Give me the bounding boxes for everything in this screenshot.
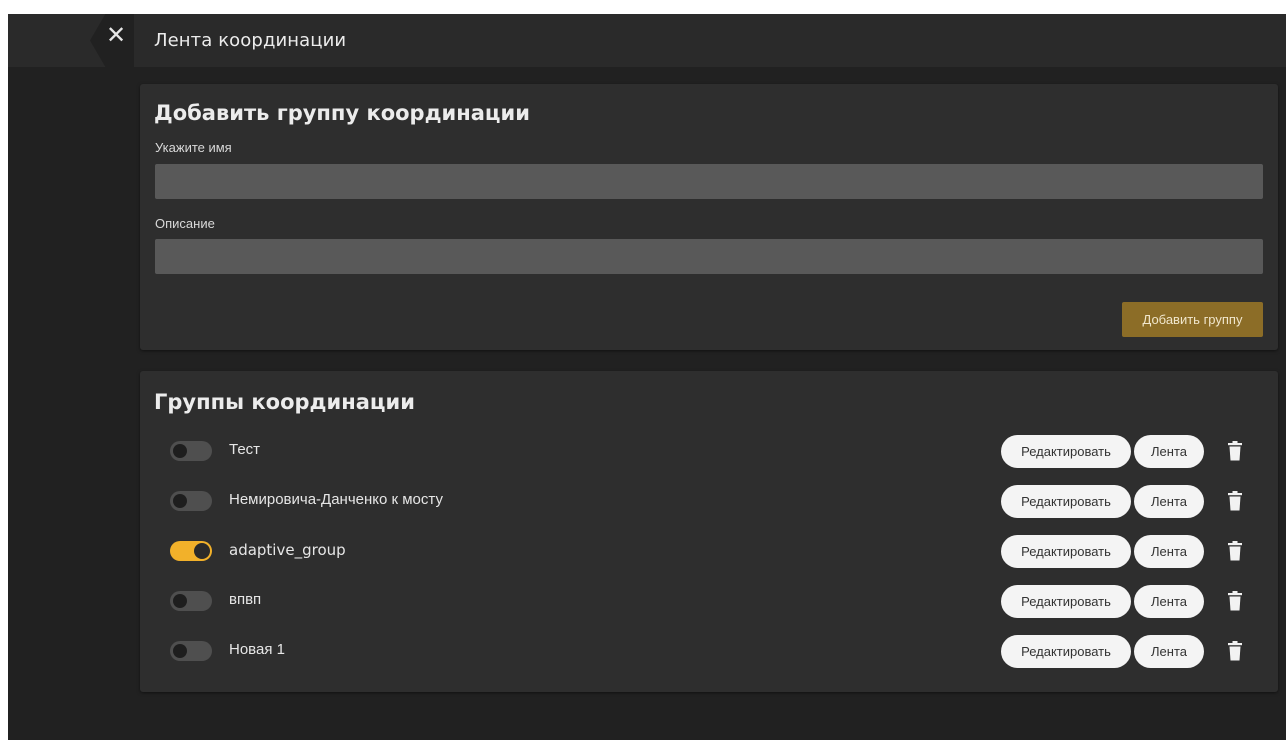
- feed-button[interactable]: Лента: [1134, 585, 1204, 618]
- group-name: Немировича-Данченко к мосту: [229, 491, 443, 508]
- group-enabled-toggle[interactable]: [170, 591, 212, 611]
- edit-button[interactable]: Редактировать: [1001, 535, 1131, 568]
- toggle-knob: [173, 494, 187, 508]
- groups-heading: Группы координации: [154, 390, 415, 414]
- feed-button[interactable]: Лента: [1134, 635, 1204, 668]
- page-title: Лента координации: [154, 30, 347, 51]
- toggle-knob: [173, 444, 187, 458]
- group-row: впвп Редактировать Лента: [140, 583, 1278, 619]
- trash-icon[interactable]: [1228, 441, 1242, 461]
- group-enabled-toggle[interactable]: [170, 491, 212, 511]
- group-name: Тест: [229, 441, 261, 458]
- group-enabled-toggle[interactable]: [170, 641, 212, 661]
- group-enabled-toggle[interactable]: [170, 441, 212, 461]
- close-icon[interactable]: ✕: [102, 22, 130, 50]
- add-group-heading: Добавить группу координации: [154, 101, 530, 125]
- group-row: Тест Редактировать Лента: [140, 433, 1278, 469]
- group-row: Новая 1 Редактировать Лента: [140, 633, 1278, 669]
- edit-button[interactable]: Редактировать: [1001, 635, 1131, 668]
- trash-icon[interactable]: [1228, 641, 1242, 661]
- edit-button[interactable]: Редактировать: [1001, 485, 1131, 518]
- group-name: Новая 1: [229, 641, 285, 658]
- description-input[interactable]: [155, 239, 1263, 274]
- toggle-knob: [173, 644, 187, 658]
- name-input[interactable]: [155, 164, 1263, 199]
- app-window: ✕ Лента координации Добавить группу коор…: [8, 14, 1286, 740]
- add-group-button[interactable]: Добавить группу: [1122, 302, 1263, 337]
- feed-button[interactable]: Лента: [1134, 535, 1204, 568]
- group-enabled-toggle[interactable]: [170, 541, 212, 561]
- group-row: Немировича-Данченко к мосту Редактироват…: [140, 483, 1278, 519]
- toggle-knob: [194, 543, 210, 559]
- name-label: Укажите имя: [155, 140, 232, 155]
- group-name: adaptive_group: [229, 541, 346, 559]
- group-row: adaptive_group Редактировать Лента: [140, 533, 1278, 569]
- trash-icon[interactable]: [1228, 591, 1242, 611]
- group-name: впвп: [229, 591, 262, 608]
- edit-button[interactable]: Редактировать: [1001, 435, 1131, 468]
- top-bar: ✕ Лента координации: [8, 14, 1286, 67]
- toggle-knob: [173, 594, 187, 608]
- trash-icon[interactable]: [1228, 541, 1242, 561]
- description-label: Описание: [155, 216, 215, 231]
- edit-button[interactable]: Редактировать: [1001, 585, 1131, 618]
- groups-card: Группы координации Тест Редактировать Ле…: [140, 371, 1278, 692]
- add-group-card: Добавить группу координации Укажите имя …: [140, 84, 1278, 350]
- feed-button[interactable]: Лента: [1134, 485, 1204, 518]
- trash-icon[interactable]: [1228, 491, 1242, 511]
- feed-button[interactable]: Лента: [1134, 435, 1204, 468]
